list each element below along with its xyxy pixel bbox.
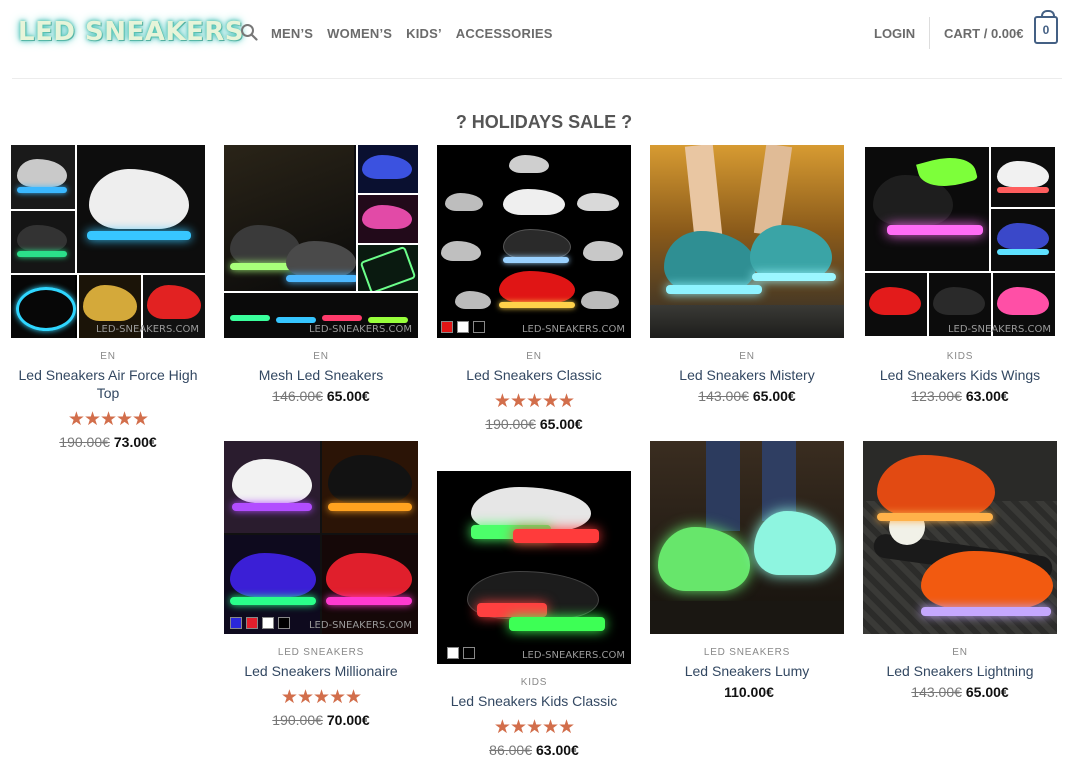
product-category: EN (739, 351, 755, 362)
product-category: EN (952, 647, 968, 658)
product-category: EN (100, 351, 116, 362)
product-card[interactable]: EN Led Sneakers Mistery 143.00€ 65.00€ (650, 145, 844, 406)
product-name[interactable]: Led Sneakers Kids Wings (863, 366, 1057, 384)
product-name[interactable]: Led Sneakers Classic (437, 366, 631, 384)
nav-accessories[interactable]: ACCESSORIES (456, 26, 553, 41)
sale-price: 63.00€ (965, 388, 1009, 404)
product-price: 143.00€ 65.00€ (650, 386, 844, 406)
product-name[interactable]: Led Sneakers Millionaire (224, 662, 418, 680)
section-title: ? HOLIDAYS SALE ? (455, 112, 633, 132)
product-image[interactable]: LED-SNEAKERS.COM (437, 145, 631, 338)
product-image[interactable] (650, 145, 844, 338)
product-price: 86.00€ 63.00€ (437, 740, 631, 760)
product-category: KIDS (520, 677, 548, 688)
product-name[interactable]: Led Sneakers Air Force High Top (11, 366, 205, 402)
product-price: 143.00€ 65.00€ (863, 682, 1057, 702)
old-price: 190.00€ (272, 712, 323, 728)
product-name[interactable]: Mesh Led Sneakers (224, 366, 418, 384)
site-logo[interactable]: LED SNEAKERS (18, 17, 244, 47)
product-image[interactable]: LED-SNEAKERS.COM (224, 441, 418, 634)
product-card[interactable]: LED-SNEAKERS.COM EN Led Sneakers Air For… (11, 145, 205, 452)
watermark: LED-SNEAKERS.COM (308, 620, 412, 631)
watermark: LED-SNEAKERS.COM (521, 650, 625, 661)
rating-stars: ★★★★★ (493, 391, 575, 412)
product-card[interactable]: LED SNEAKERS Led Sneakers Lumy 110.00€ (650, 441, 844, 702)
product-card[interactable]: LED-SNEAKERS.COM KIDS Led Sneakers Kids … (437, 471, 631, 760)
sale-price: 63.00€ (536, 742, 579, 758)
watermark: LED-SNEAKERS.COM (95, 324, 199, 335)
old-price: 123.00€ (911, 388, 962, 404)
product-category: LED SNEAKERS (703, 647, 791, 658)
product-name[interactable]: Led Sneakers Mistery (650, 366, 844, 384)
product-category: EN (313, 351, 329, 362)
product-image[interactable] (863, 441, 1057, 634)
header-divider (929, 17, 930, 49)
main-nav: MEN’S WOMEN’S KIDS’ ACCESSORIES (271, 26, 567, 41)
sale-price: 73.00€ (113, 434, 157, 450)
product-card[interactable]: EN Led Sneakers Lightning 143.00€ 65.00€ (863, 441, 1057, 702)
product-card[interactable]: LED-SNEAKERS.COM EN Mesh Led Sneakers 14… (224, 145, 418, 406)
old-price: 190.00€ (485, 416, 536, 432)
sale-price: 65.00€ (326, 388, 370, 404)
nav-womens[interactable]: WOMEN’S (327, 26, 392, 41)
product-price: 123.00€ 63.00€ (863, 386, 1057, 406)
product-image[interactable]: LED-SNEAKERS.COM (11, 145, 205, 338)
sale-price: 65.00€ (752, 388, 796, 404)
cart-link[interactable]: CART / 0.00€ (944, 26, 1023, 41)
old-price: 146.00€ (272, 388, 323, 404)
product-image[interactable]: LED-SNEAKERS.COM (863, 145, 1057, 338)
login-link[interactable]: LOGIN (874, 26, 915, 41)
product-name[interactable]: Led Sneakers Lightning (863, 662, 1057, 680)
product-image[interactable] (650, 441, 844, 634)
product-category: EN (526, 351, 542, 362)
rating-stars: ★★★★★ (67, 409, 149, 430)
product-card[interactable]: LED-SNEAKERS.COM EN Led Sneakers Classic… (437, 145, 631, 434)
product-price: 190.00€ 70.00€ (224, 710, 418, 730)
product-category: LED SNEAKERS (277, 647, 365, 658)
product-image[interactable]: LED-SNEAKERS.COM (437, 471, 631, 664)
nav-mens[interactable]: MEN’S (271, 26, 313, 41)
search-icon[interactable] (240, 23, 258, 41)
sale-price: 110.00€ (724, 684, 774, 700)
rating-stars: ★★★★★ (493, 717, 575, 738)
product-price: 110.00€ (650, 682, 844, 702)
product-card[interactable]: LED-SNEAKERS.COM LED SNEAKERS Led Sneake… (224, 441, 418, 730)
site-header: LED SNEAKERS MEN’S WOMEN’S KIDS’ ACCESSO… (0, 0, 1088, 78)
sale-price: 70.00€ (326, 712, 370, 728)
watermark: LED-SNEAKERS.COM (947, 324, 1051, 335)
old-price: 86.00€ (489, 742, 532, 758)
product-card[interactable]: LED-SNEAKERS.COM KIDS Led Sneakers Kids … (863, 145, 1057, 406)
nav-kids[interactable]: KIDS’ (406, 26, 442, 41)
header-separator (12, 78, 1062, 79)
old-price: 190.00€ (59, 434, 110, 450)
watermark: LED-SNEAKERS.COM (308, 324, 412, 335)
old-price: 143.00€ (698, 388, 749, 404)
product-name[interactable]: Led Sneakers Lumy (650, 662, 844, 680)
cart-count-badge[interactable]: 0 (1034, 10, 1058, 44)
watermark: LED-SNEAKERS.COM (521, 324, 625, 335)
sale-price: 65.00€ (539, 416, 583, 432)
rating-stars: ★★★★★ (280, 687, 362, 708)
product-price: 190.00€ 65.00€ (437, 414, 631, 434)
old-price: 143.00€ (911, 684, 962, 700)
product-category: KIDS (946, 351, 974, 362)
product-price: 146.00€ 65.00€ (224, 386, 418, 406)
sale-price: 65.00€ (965, 684, 1009, 700)
product-image[interactable]: LED-SNEAKERS.COM (224, 145, 418, 338)
product-price: 190.00€ 73.00€ (11, 432, 205, 452)
product-name[interactable]: Led Sneakers Kids Classic (437, 692, 631, 710)
